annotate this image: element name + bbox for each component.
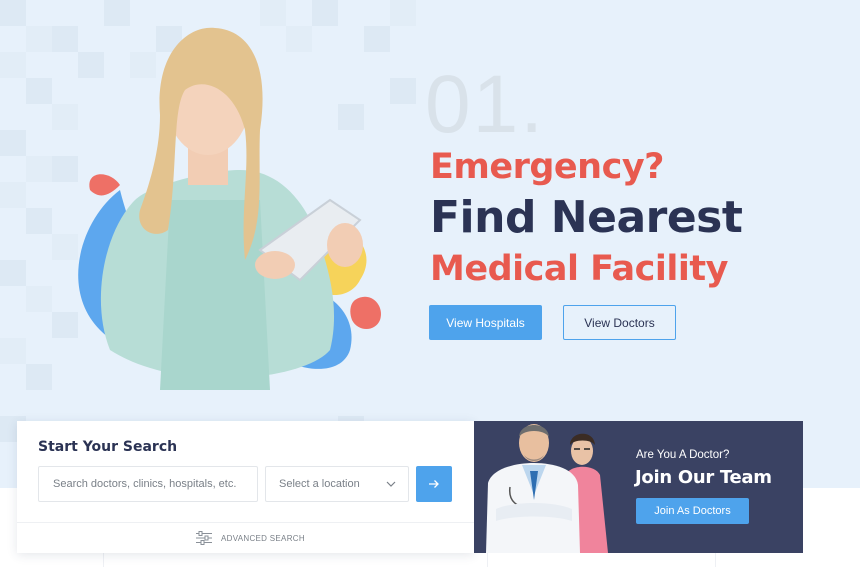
join-team-title: Join Our Team — [635, 467, 772, 488]
search-submit-button[interactable] — [416, 466, 452, 502]
view-hospitals-button[interactable]: View Hospitals — [429, 305, 542, 340]
headline-emergency: Emergency? — [430, 147, 664, 187]
doctor-question: Are You A Doctor? — [636, 449, 730, 461]
headline-medical-facility: Medical Facility — [430, 249, 728, 289]
search-input[interactable] — [38, 466, 258, 502]
search-card: Start Your Search Select a location ADVA… — [17, 421, 474, 553]
chevron-down-icon — [386, 481, 396, 487]
woman-with-tablet-illustration — [78, 27, 381, 390]
headline-find-nearest: Find Nearest — [430, 192, 743, 243]
arrow-right-icon — [429, 480, 439, 488]
hero-section: 01. Emergency? Find Nearest Medical Faci… — [0, 0, 860, 488]
advanced-search-link[interactable]: ADVANCED SEARCH — [195, 531, 305, 545]
view-doctors-button[interactable]: View Doctors — [563, 305, 676, 340]
location-select[interactable]: Select a location — [265, 466, 409, 502]
doctor-cta-card: Are You A Doctor? Join Our Team Join As … — [474, 421, 803, 553]
search-divider — [17, 522, 474, 523]
advanced-search-label: ADVANCED SEARCH — [221, 533, 305, 543]
sliders-icon — [196, 531, 212, 545]
step-number: 01. — [425, 59, 545, 150]
search-title: Start Your Search — [38, 439, 178, 455]
join-as-doctors-button[interactable]: Join As Doctors — [636, 498, 749, 524]
doctors-photo — [486, 424, 608, 553]
location-select-value: Select a location — [279, 478, 360, 490]
